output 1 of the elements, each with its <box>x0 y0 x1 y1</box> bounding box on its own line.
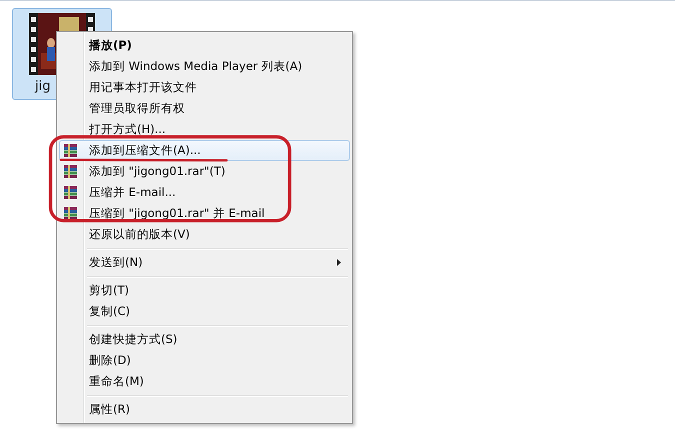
file-name: jig <box>35 79 50 94</box>
